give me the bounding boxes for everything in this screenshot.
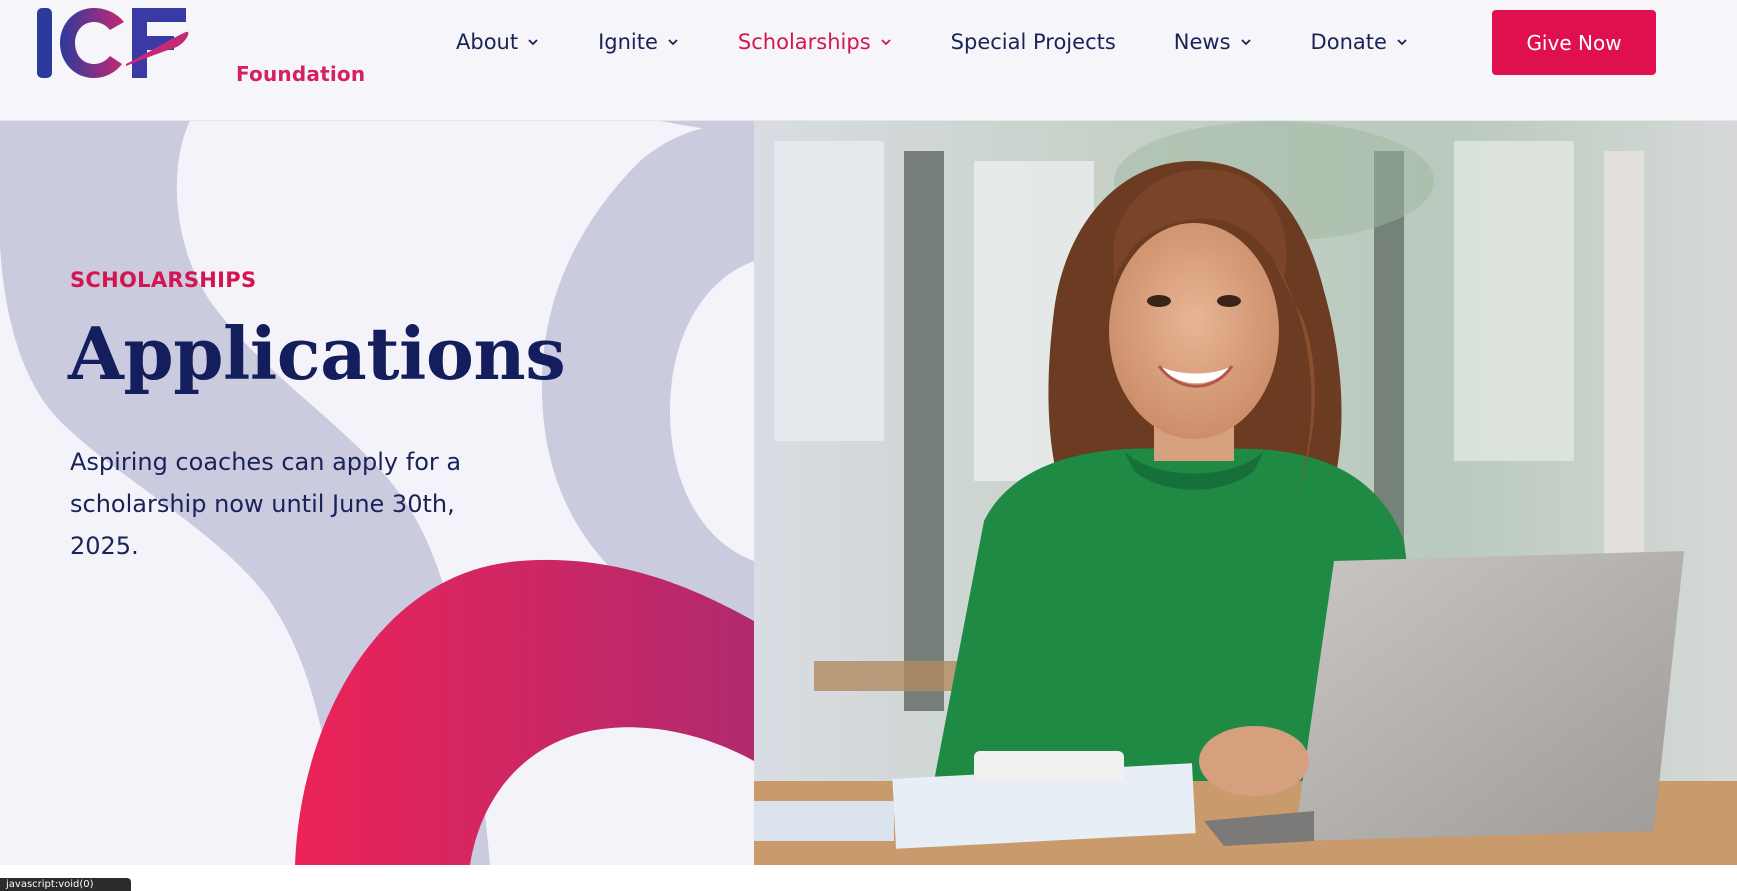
- main-nav: About Ignite Scholarships Special Projec…: [456, 27, 1409, 57]
- nav-item-donate[interactable]: Donate: [1311, 30, 1409, 54]
- chevron-down-icon: [1239, 35, 1253, 49]
- page-title: Applications: [68, 311, 566, 396]
- hero-text-panel: SCHOLARSHIPS Applications Aspiring coach…: [0, 121, 754, 865]
- chevron-down-icon: [879, 35, 893, 49]
- nav-label: Special Projects: [950, 30, 1116, 54]
- logo-foundation-text: Foundation: [236, 62, 366, 86]
- nav-item-scholarships[interactable]: Scholarships: [738, 30, 893, 54]
- nav-label: Ignite: [598, 30, 658, 54]
- give-now-button[interactable]: Give Now: [1492, 10, 1656, 75]
- hero-image: [754, 121, 1737, 865]
- nav-label: About: [456, 30, 519, 54]
- nav-label: News: [1173, 30, 1231, 54]
- chevron-down-icon: [526, 35, 540, 49]
- hero-description: Aspiring coaches can apply for a scholar…: [70, 448, 462, 560]
- nav-item-ignite[interactable]: Ignite: [598, 30, 680, 54]
- chevron-down-icon: [1395, 35, 1409, 49]
- nav-item-special-projects[interactable]: Special Projects: [951, 30, 1116, 54]
- nav-item-news[interactable]: News: [1174, 30, 1253, 54]
- hero-eyebrow: SCHOLARSHIPS: [70, 268, 257, 292]
- icf-foundation-logo[interactable]: Foundation: [36, 4, 365, 86]
- photo-woman-laptop-icon: [754, 121, 1737, 865]
- nav-label: Donate: [1310, 30, 1387, 54]
- site-header: Foundation About Ignite Scholarships Spe…: [0, 0, 1737, 121]
- status-bar-link-preview: javascript:void(0): [0, 878, 131, 891]
- chevron-down-icon: [666, 35, 680, 49]
- nav-item-about[interactable]: About: [456, 30, 540, 54]
- nav-label: Scholarships: [737, 30, 871, 54]
